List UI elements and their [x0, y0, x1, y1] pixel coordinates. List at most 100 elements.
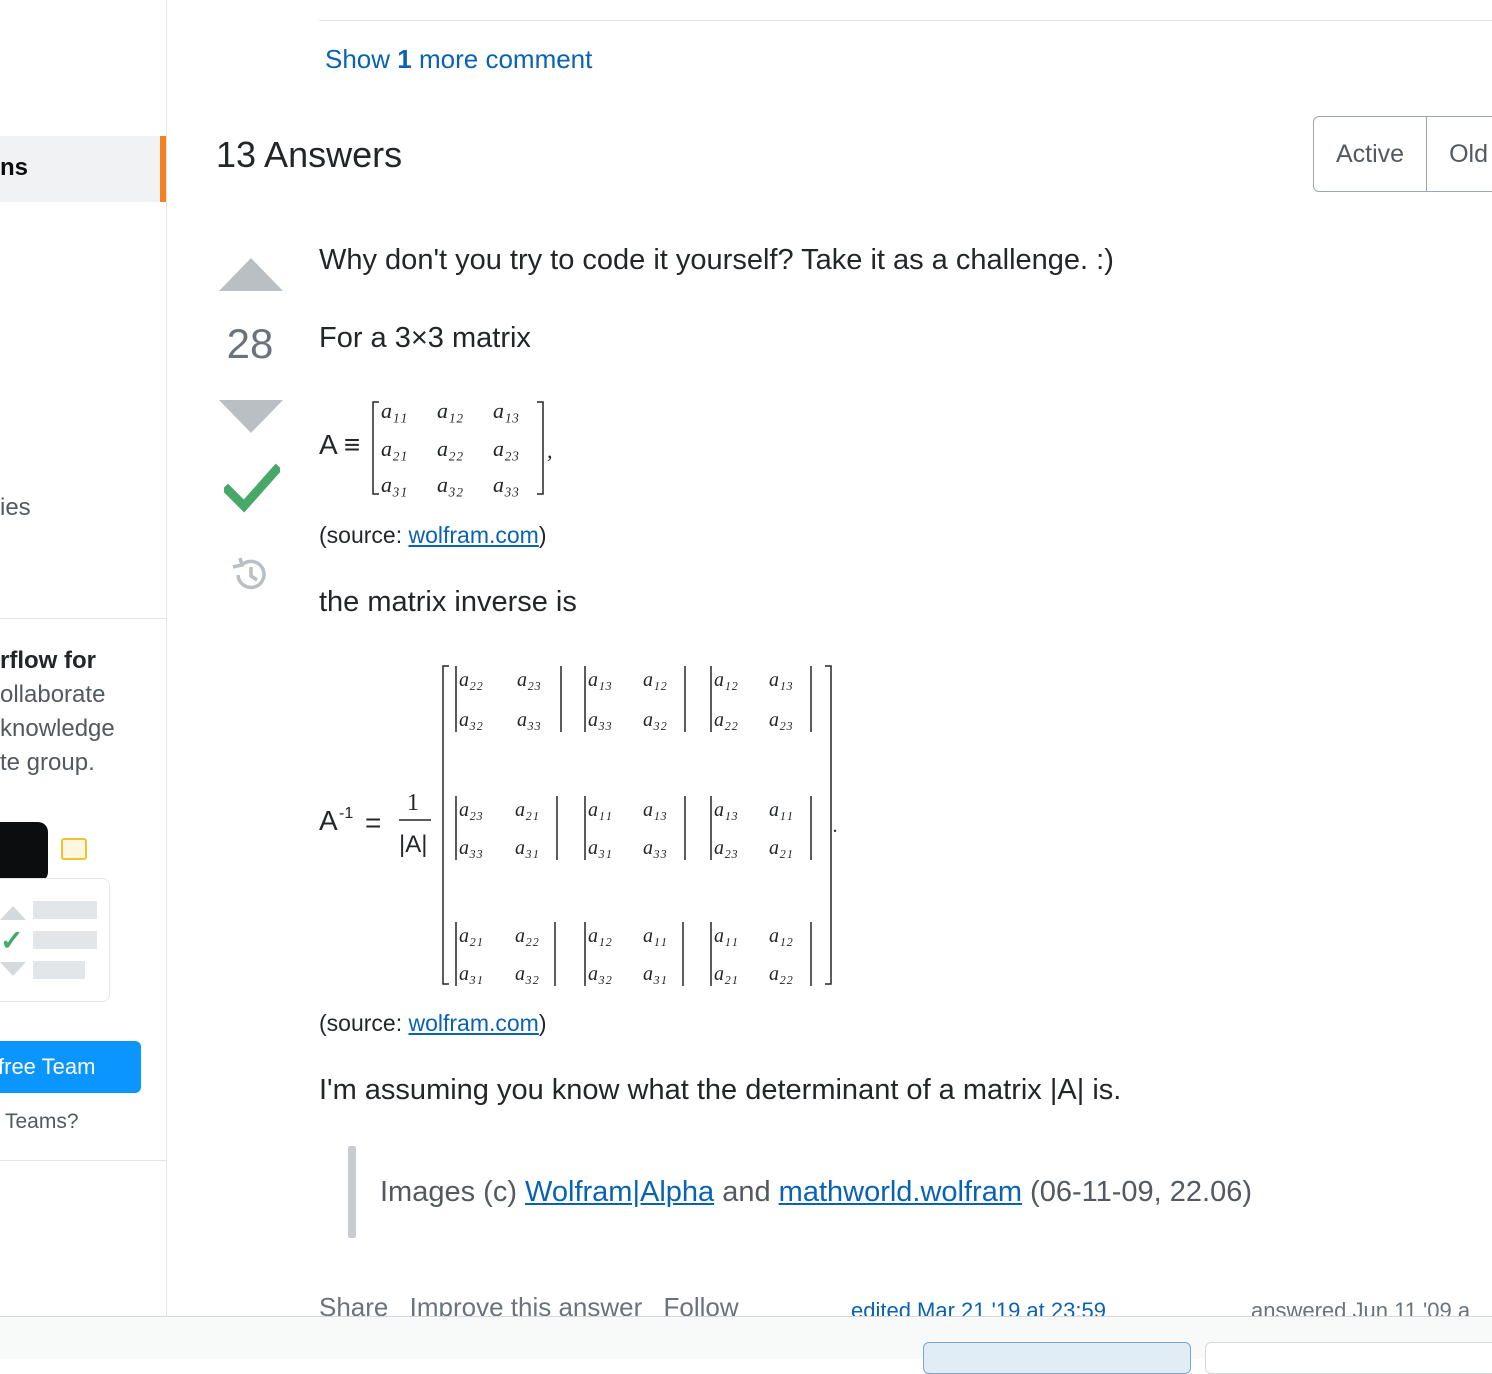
matrix-a-image: A ≡ a₁₁ a₁₂ a₁₃ a₂₁ a₂₂ a₂₃ a₃₁ a₃₂ a₃₃ … — [319, 398, 553, 497]
teams-promo-text: rflow for ollaborate knowledge te group. — [0, 644, 166, 780]
vote-down-icon[interactable] — [219, 400, 283, 433]
mathworld-link[interactable]: mathworld.wolfram — [779, 1176, 1022, 1208]
svg-text:a₂₁: a₂₁ — [459, 925, 483, 947]
svg-text:a₁₁: a₁₁ — [769, 799, 793, 821]
source-close: ) — [538, 1010, 547, 1036]
show-more-prefix: Show — [325, 44, 391, 74]
why-teams-link[interactable]: Teams? — [5, 1110, 79, 1134]
sort-oldest-button[interactable]: Old — [1426, 117, 1492, 191]
svg-text:a₂₁: a₂₁ — [381, 436, 407, 461]
quote-prefix: Images (c) — [380, 1176, 526, 1208]
sort-active-button[interactable]: Active — [1314, 117, 1426, 191]
svg-text:a₁₃: a₁₃ — [588, 669, 612, 691]
svg-text:a₃₂: a₃₂ — [459, 709, 483, 731]
svg-text:a₁₃: a₁₃ — [714, 799, 738, 821]
svg-text:a₃₃: a₃₃ — [643, 837, 667, 859]
svg-text:a₃₂: a₃₂ — [643, 709, 667, 731]
svg-text:a₂₂: a₂₂ — [714, 709, 738, 731]
image-source: (source: wolfram.com) — [319, 522, 547, 549]
svg-text:a₃₃: a₃₃ — [517, 709, 541, 731]
answer-paragraph: the matrix inverse is — [319, 586, 577, 618]
svg-text:a₂₃: a₂₃ — [769, 709, 793, 731]
show-more-comments-link[interactable]: Show 1 more comment — [325, 44, 592, 75]
teams-promo-line: te group. — [0, 749, 95, 776]
vote-count: 28 — [226, 320, 274, 367]
bottom-primary-button[interactable] — [923, 1342, 1191, 1374]
answer-paragraph: I'm assuming you know what the determina… — [319, 1074, 1122, 1106]
svg-text:=: = — [365, 807, 381, 838]
svg-text:a₂₁: a₂₁ — [714, 963, 738, 985]
teams-illustration-block — [0, 822, 48, 882]
illustration-line — [33, 961, 85, 979]
history-icon[interactable] — [230, 555, 270, 595]
svg-text:a₃₁: a₃₁ — [643, 963, 667, 985]
sidebar-item-companies[interactable]: ies — [0, 494, 31, 522]
svg-text:a₂₃: a₂₃ — [459, 799, 483, 821]
svg-text:.: . — [833, 815, 838, 837]
sidebar-item-questions[interactable]: ns — [0, 136, 166, 202]
svg-text:A ≡: A ≡ — [319, 429, 360, 460]
quote-suffix: (06-11-09, 22.06) — [1022, 1176, 1252, 1208]
accepted-check-icon — [224, 463, 280, 513]
create-free-team-button[interactable]: free Team — [0, 1041, 141, 1093]
svg-text:a₂₂: a₂₂ — [459, 669, 483, 691]
svg-text:a₃₁: a₃₁ — [381, 472, 407, 497]
sidebar-divider — [0, 1160, 166, 1161]
svg-text:a₃₁: a₃₁ — [515, 837, 539, 859]
svg-text:a₁₃: a₁₃ — [643, 799, 667, 821]
comment-list-bottom — [319, 0, 1492, 21]
wolfram-alpha-link[interactable]: Wolfram|Alpha — [525, 1176, 714, 1208]
svg-text:a₁₂: a₁₂ — [437, 398, 464, 423]
svg-text:a₁₁: a₁₁ — [714, 925, 738, 947]
svg-text:a₂₃: a₂₃ — [714, 837, 738, 859]
illustration-up-arrow-icon — [0, 906, 26, 920]
svg-text:a₁₃: a₁₃ — [769, 669, 793, 691]
svg-text:a₂₂: a₂₂ — [515, 925, 539, 947]
blockquote-text: Images (c) Wolfram|Alpha and mathworld.w… — [380, 1176, 1252, 1209]
svg-text:a₁₂: a₁₂ — [769, 925, 793, 947]
svg-text:a₂₃: a₂₃ — [493, 436, 519, 461]
svg-text:a₂₂: a₂₂ — [769, 963, 793, 985]
answer-paragraph: Why don't you try to code it yourself? T… — [319, 244, 1114, 276]
svg-text:a₃₂: a₃₂ — [437, 472, 464, 497]
svg-text:a₃₁: a₃₁ — [459, 963, 483, 985]
source-label: (source: — [319, 522, 409, 548]
source-link[interactable]: wolfram.com — [408, 1010, 538, 1036]
svg-text:a₁₁: a₁₁ — [588, 799, 612, 821]
left-sidebar: ns ies rflow for ollaborate knowledge te… — [0, 0, 167, 1358]
svg-text:a₂₁: a₂₁ — [515, 799, 539, 821]
bottom-secondary-button[interactable] — [1205, 1342, 1492, 1374]
svg-text:a₁₁: a₁₁ — [381, 398, 407, 423]
svg-text:a₃₃: a₃₃ — [588, 709, 612, 731]
svg-text:a₃₁: a₃₁ — [588, 837, 612, 859]
quote-and: and — [714, 1176, 779, 1208]
teams-promo-line: ollaborate — [0, 681, 106, 708]
svg-text:a₂₃: a₂₃ — [517, 669, 541, 691]
svg-text:a₃₂: a₃₂ — [515, 963, 539, 985]
svg-text:a₃₂: a₃₂ — [588, 963, 612, 985]
svg-text:|A|: |A| — [399, 831, 427, 858]
image-source: (source: wolfram.com) — [319, 1010, 547, 1037]
svg-text:a₁₂: a₁₂ — [643, 669, 667, 691]
svg-text:a₁₃: a₁₃ — [493, 398, 519, 423]
illustration-line — [33, 901, 97, 919]
show-more-count: 1 — [397, 44, 412, 74]
svg-text:A: A — [319, 805, 338, 836]
svg-text:,: , — [547, 438, 553, 463]
source-close: ) — [538, 522, 547, 548]
svg-text:a₃₃: a₃₃ — [459, 837, 483, 859]
matrix-inverse-image: A -1 = 1 |A| . a₂₂ a₂₃ a₃₂ a₃₃ a₁₃ a₁₂ a₃₃ a… — [319, 665, 838, 986]
vote-up-icon[interactable] — [219, 258, 283, 291]
source-link[interactable]: wolfram.com — [408, 522, 538, 548]
svg-text:a₁₂: a₁₂ — [588, 925, 612, 947]
sidebar-divider — [0, 618, 166, 619]
answers-count-heading: 13 Answers — [216, 134, 403, 175]
svg-text:a₂₂: a₂₂ — [437, 436, 464, 461]
sidebar-item-label: ns — [0, 154, 29, 181]
svg-text:a₃₃: a₃₃ — [493, 472, 519, 497]
speech-bubble-icon — [61, 838, 87, 860]
svg-text:a₂₁: a₂₁ — [769, 837, 793, 859]
source-label: (source: — [319, 1010, 409, 1036]
svg-text:a₁₂: a₁₂ — [714, 669, 738, 691]
illustration-check-icon: ✓ — [0, 925, 24, 956]
